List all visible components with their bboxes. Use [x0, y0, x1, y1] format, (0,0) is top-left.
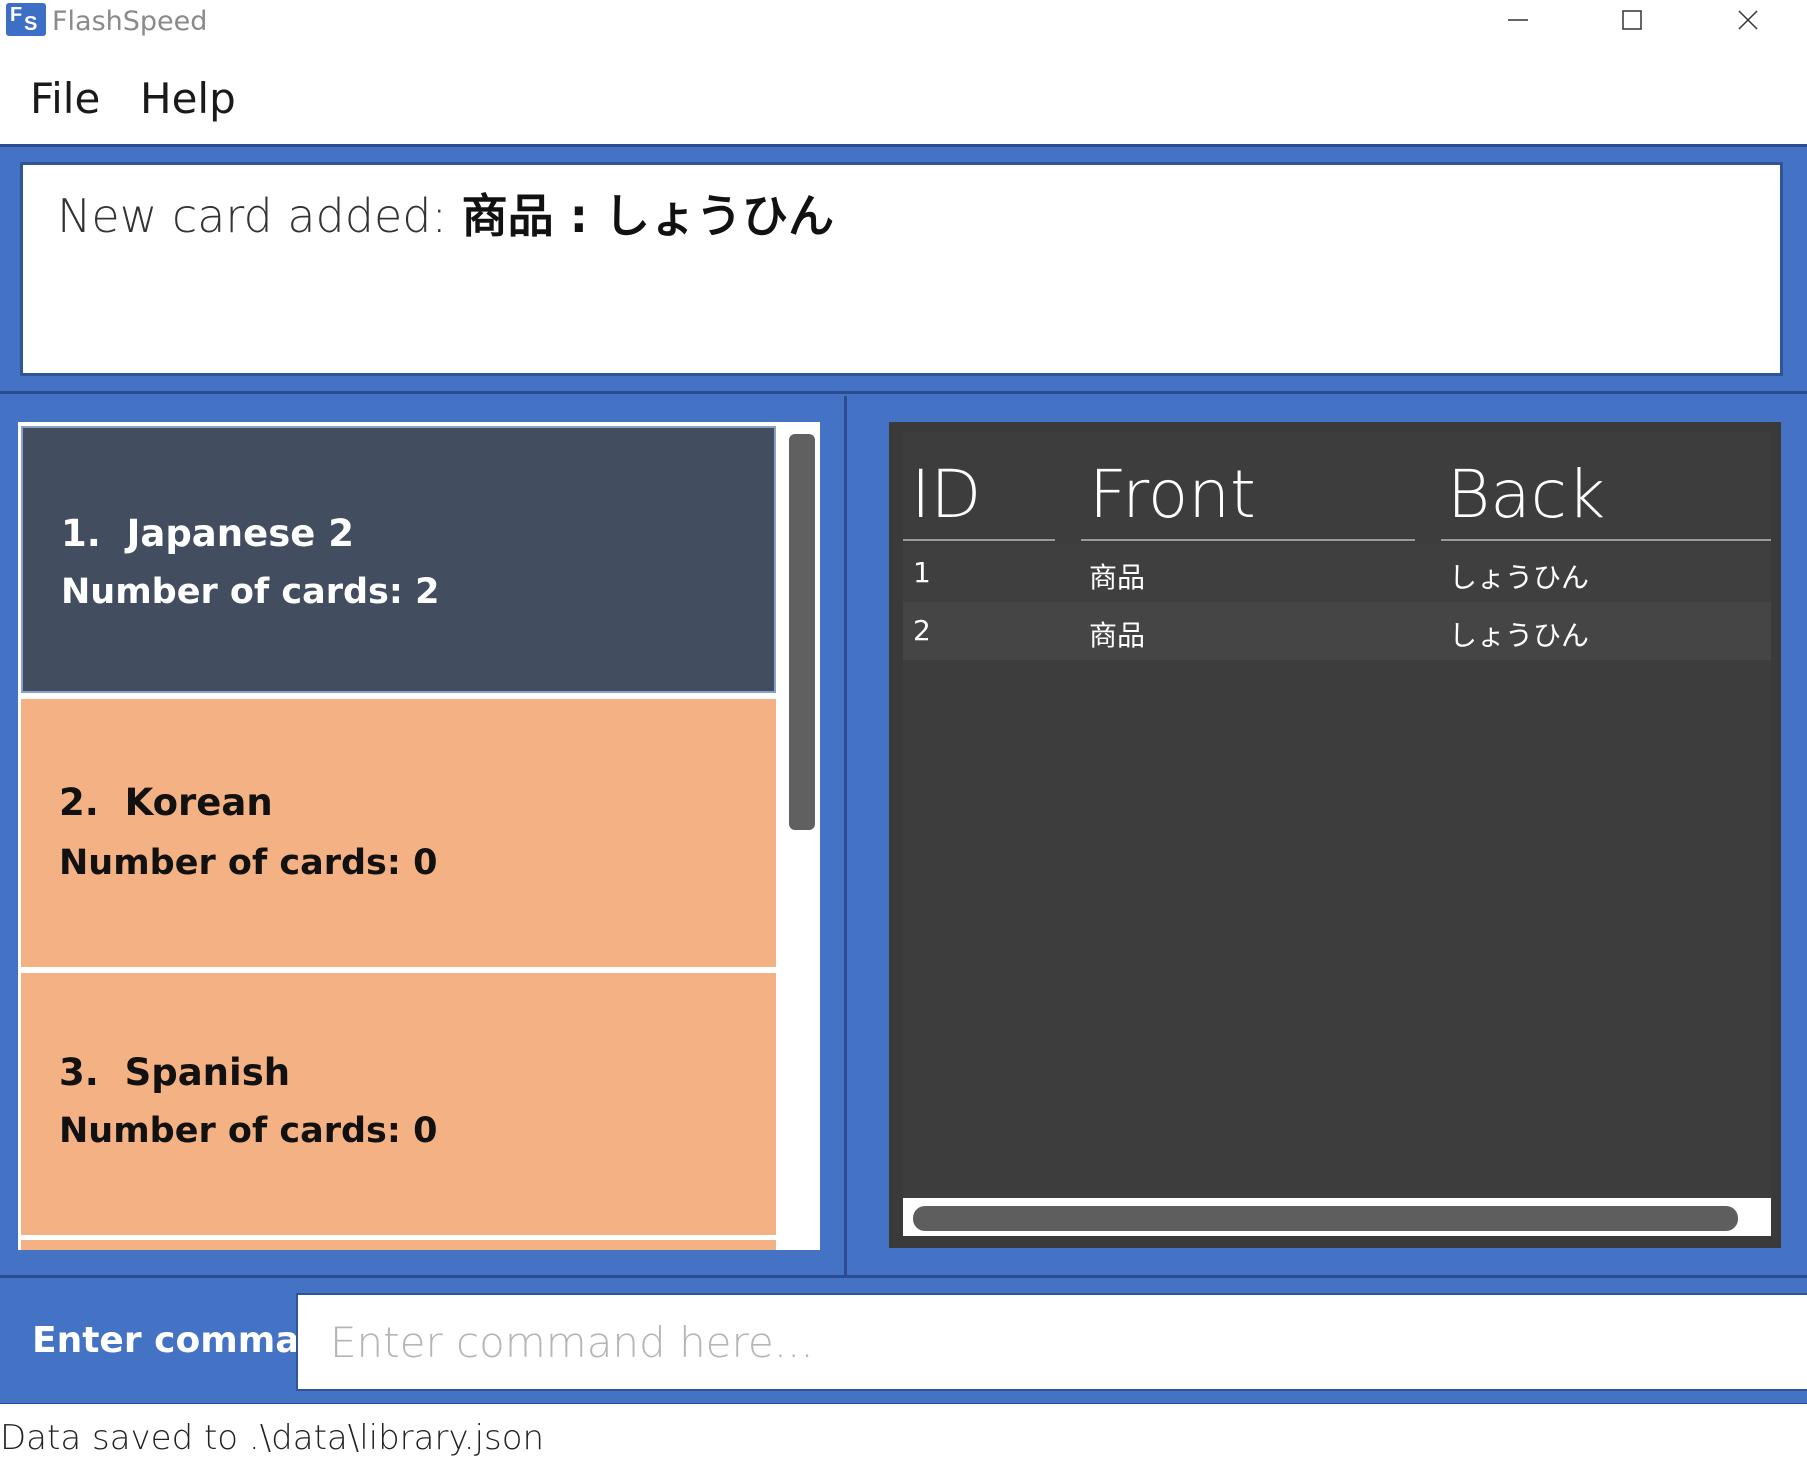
cell-id: 2 — [913, 614, 931, 647]
maximize-icon — [1622, 10, 1642, 30]
result-display: New card added: 商品 : しょうひん — [20, 162, 1783, 376]
deck-card-count: Number of cards: 2 — [61, 572, 440, 612]
result-card: 商品 : しょうひん — [461, 189, 835, 243]
table-horizontal-scrollbar[interactable] — [903, 1198, 1771, 1236]
column-header-id[interactable]: ID — [911, 456, 981, 533]
divider — [0, 144, 1807, 147]
cell-back: しょうひん — [1449, 619, 1590, 652]
cell-id: 1 — [913, 556, 931, 589]
deck-list-scrollbar[interactable] — [789, 434, 815, 830]
title-bar: F S FlashSpeed — [0, 0, 1807, 44]
column-header-front[interactable]: Front — [1089, 456, 1256, 533]
divider — [844, 396, 847, 1276]
close-icon — [1738, 10, 1758, 30]
cell-front: 商品 — [1089, 561, 1146, 594]
app-logo-icon: F S — [6, 3, 46, 36]
window-title: FlashSpeed — [52, 6, 208, 37]
deck-title: 1. Japanese 2 — [61, 512, 354, 555]
deck-item[interactable]: 2. Korean Number of cards: 0 — [21, 699, 776, 967]
cell-front: 商品 — [1089, 619, 1146, 652]
deck-item[interactable]: 3. Spanish Number of cards: 0 — [21, 973, 776, 1235]
deck-item[interactable]: 1. Japanese 2 Number of cards: 2 — [21, 426, 776, 693]
deck-card-count: Number of cards: 0 — [59, 1111, 438, 1151]
status-text: Data saved to .\data\library.json — [0, 1418, 545, 1458]
minimize-icon — [1508, 19, 1528, 21]
card-table-body: ID Front Back 1 商品 しょうひん 2 商品 しょうひん — [903, 432, 1771, 1208]
command-input[interactable] — [296, 1293, 1807, 1391]
divider — [0, 391, 1807, 394]
menu-file[interactable]: File — [30, 74, 100, 123]
minimize-button[interactable] — [1468, 0, 1568, 40]
close-button[interactable] — [1698, 0, 1798, 40]
cell-back: しょうひん — [1449, 561, 1590, 594]
deck-item-partial[interactable] — [21, 1240, 776, 1250]
header-underline — [1441, 539, 1771, 541]
result-message: New card added: 商品 : しょうひん — [57, 187, 834, 247]
header-underline — [1081, 539, 1415, 541]
table-row[interactable]: 2 商品 しょうひん — [903, 602, 1771, 660]
deck-title: 3. Spanish — [59, 1051, 291, 1094]
result-label: New card added: — [57, 189, 462, 243]
table-scrollbar-thumb[interactable] — [913, 1206, 1738, 1231]
table-row[interactable]: 1 商品 しょうひん — [903, 544, 1771, 602]
command-label: Enter comma... — [32, 1320, 341, 1361]
maximize-button[interactable] — [1582, 0, 1682, 40]
card-table: ID Front Back 1 商品 しょうひん 2 商品 しょうひん — [889, 422, 1781, 1248]
deck-list: 1. Japanese 2 Number of cards: 2 2. Kore… — [18, 422, 820, 1250]
column-header-back[interactable]: Back — [1447, 456, 1605, 533]
menu-bar: File Help — [0, 60, 1807, 140]
menu-help[interactable]: Help — [140, 74, 236, 123]
status-bar: Data saved to .\data\library.json — [0, 1404, 1807, 1460]
header-underline — [903, 539, 1055, 541]
deck-card-count: Number of cards: 0 — [59, 843, 438, 883]
deck-title: 2. Korean — [59, 781, 273, 824]
divider — [0, 1275, 1807, 1278]
